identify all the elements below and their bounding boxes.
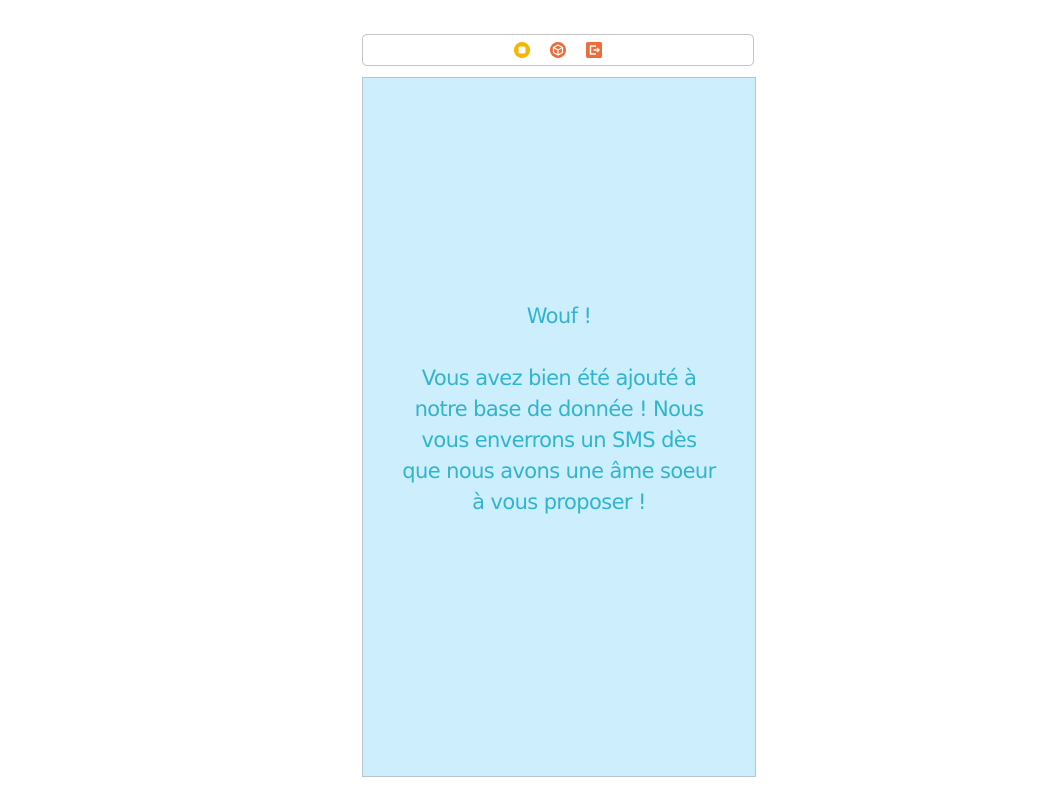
view-controller-icon[interactable] — [513, 41, 531, 59]
confirmation-message: Wouf ! Vous avez bien été ajouté à notre… — [402, 304, 716, 514]
scene-dock — [362, 34, 754, 66]
view-controller-canvas: Wouf ! Vous avez bien été ajouté à notre… — [362, 77, 756, 777]
exit-icon[interactable] — [585, 41, 603, 59]
first-responder-icon[interactable] — [549, 41, 567, 59]
